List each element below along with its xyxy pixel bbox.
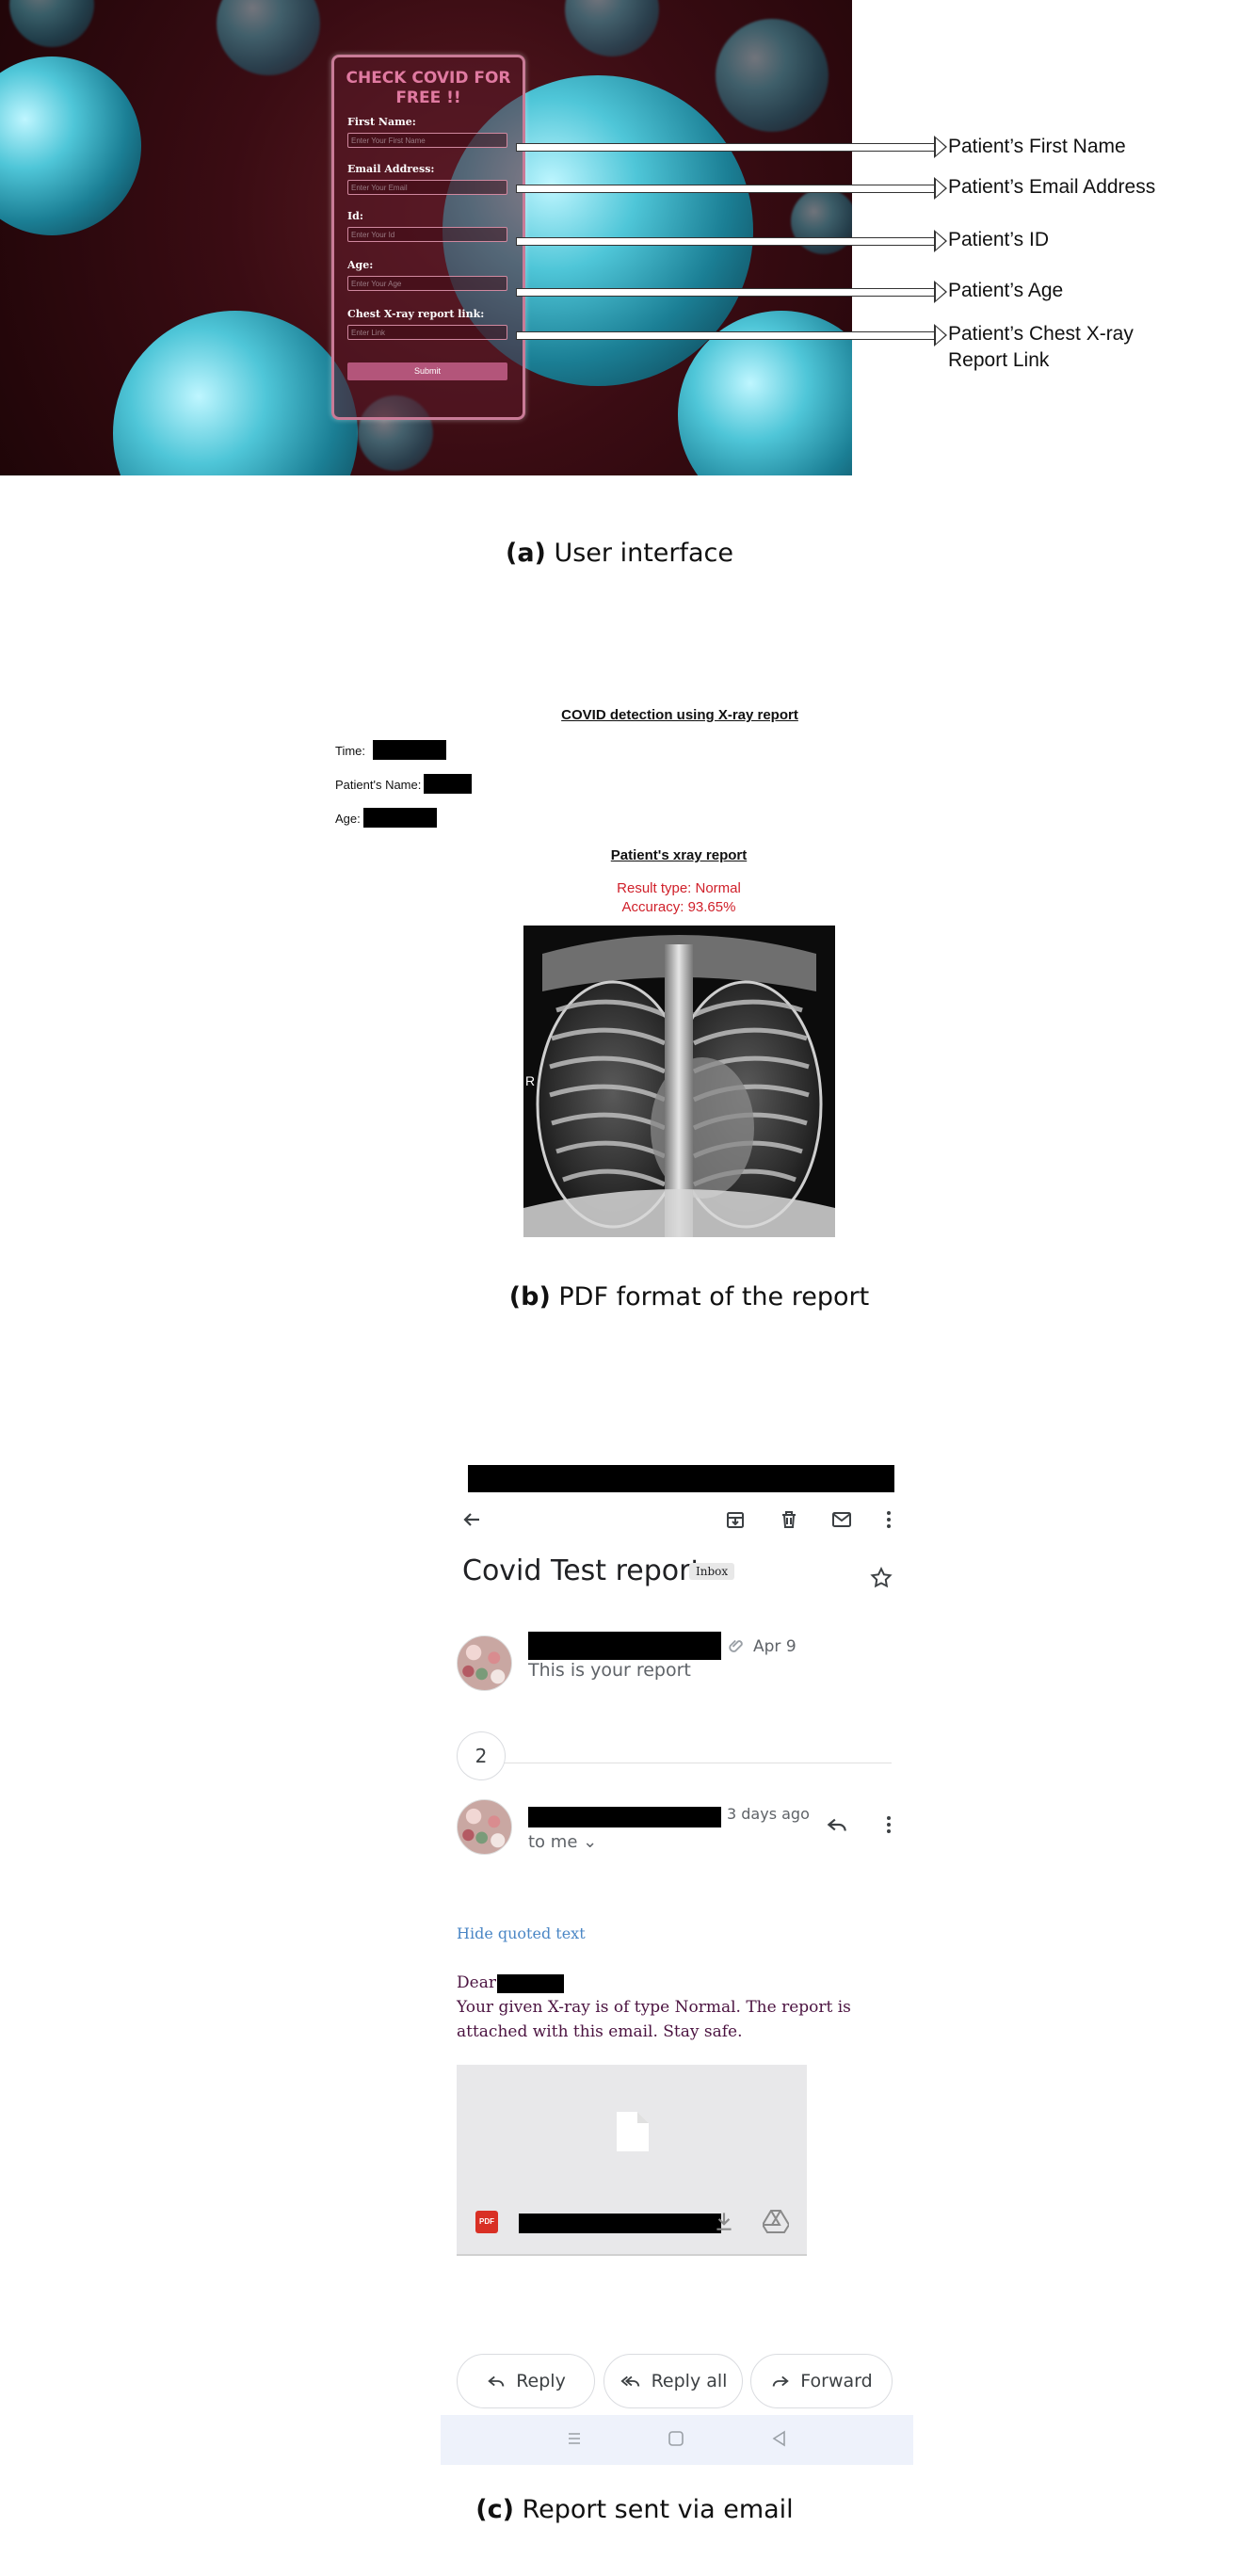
virus-illustration [565,0,659,56]
mail-icon[interactable] [829,1506,855,1533]
reply-all-icon [620,2375,639,2387]
redaction [424,774,472,794]
email-label: Email Address: [347,163,435,175]
forward-button[interactable]: Forward [750,2354,893,2408]
star-icon[interactable] [868,1565,894,1591]
attachment-card[interactable]: PDF [457,2065,807,2256]
attachment-icon [725,1633,749,1659]
caption-c: (c) Report sent via email [475,2495,794,2524]
form-title: CHECK COVID FOR FREE !! [346,69,511,107]
accuracy: Accuracy: 93.65% [621,899,736,915]
redaction [528,1632,721,1660]
submit-button[interactable]: Submit [347,362,507,380]
redaction [363,808,437,828]
recipient-toggle[interactable]: to me ⌄ [528,1832,597,1852]
time-row: Time: [335,744,365,758]
download-icon[interactable] [712,2209,736,2238]
drive-save-icon[interactable] [761,2209,791,2238]
callout-email: Patient’s Email Address [948,176,1156,198]
inbox-label[interactable]: Inbox [689,1563,735,1580]
chest-xray-image: R [523,926,835,1237]
email-body: Your given X-ray is of type Normal. The … [457,1998,851,2041]
redaction [373,740,446,760]
age-label: Age: [335,812,361,826]
message-date: Apr 9 [753,1637,796,1656]
message-snippet[interactable]: This is your report [528,1660,691,1681]
virus-illustration [0,56,141,235]
redaction [497,1974,564,1993]
pdf-file-icon: PDF [475,2211,498,2233]
greeting: Dear [457,1973,496,1992]
back-nav-icon[interactable] [770,2429,789,2453]
hide-quoted-link[interactable]: Hide quoted text [457,1924,586,1942]
message-date: 3 days ago [727,1805,810,1823]
arrowhead-icon [934,136,947,158]
arrowhead-icon [934,177,947,200]
reply-all-button[interactable]: Reply all [603,2354,743,2408]
home-icon[interactable] [667,2429,685,2453]
callout-xray-link: Patient’s Chest X-ray Report Link [948,323,1134,371]
age-row: Age: [335,812,361,826]
redaction [528,1807,721,1827]
forward-icon [773,2375,790,2387]
id-label: Id: [347,210,363,222]
email-input[interactable]: Enter Your Email [347,180,507,195]
covid-check-form: CHECK COVID FOR FREE !! First Name: Ente… [331,55,525,420]
arrowhead-icon [934,281,947,303]
callout-arrow [516,143,934,152]
reply-icon[interactable] [824,1811,850,1838]
recents-icon[interactable] [564,2428,585,2454]
collapsed-messages-count[interactable]: 2 [457,1731,506,1780]
more-vert-icon[interactable] [876,1506,902,1533]
xray-report-title: Patient's xray report [610,847,748,863]
redaction [519,2214,721,2233]
archive-icon[interactable] [722,1506,748,1533]
first-name-label: First Name: [347,116,416,128]
redaction [468,1465,894,1492]
virus-illustration [9,0,94,47]
name-row: Patient's Name: [335,778,421,792]
caption-a: (a) User interface [505,539,734,568]
caption-b: (b) PDF format of the report [508,1282,870,1312]
callout-id: Patient’s ID [948,229,1049,250]
arrowhead-icon [934,230,947,252]
more-vert-icon[interactable] [876,1811,902,1838]
back-arrow-icon[interactable] [459,1506,485,1533]
virus-illustration [716,19,829,132]
xray-illustration: R [523,926,835,1237]
report-title: COVID detection using X-ray report [561,707,798,723]
callout-first-name: Patient’s First Name [948,136,1126,157]
virus-illustration [217,0,320,75]
callout-arrow [516,288,934,297]
age-input[interactable]: Enter Your Age [347,276,507,291]
trash-icon[interactable] [776,1506,802,1533]
time-label: Time: [335,744,366,758]
reply-button[interactable]: Reply [457,2354,595,2408]
virus-illustration [113,311,358,475]
file-icon [617,2112,649,2156]
reply-icon [488,2375,505,2387]
callout-arrow [516,237,934,246]
xray-side-marker: R [525,1073,535,1088]
patient-name-label: Patient's Name: [335,778,422,792]
callout-arrow [516,185,934,193]
avatar[interactable] [457,1799,512,1855]
age-label: Age: [347,259,374,271]
chevron-down-icon: ⌄ [583,1832,598,1852]
result-type: Result type: Normal [617,880,741,896]
arrowhead-icon [934,324,947,346]
id-input[interactable]: Enter Your Id [347,227,507,242]
callout-age: Patient’s Age [948,280,1064,301]
xray-link-label: Chest X-ray report link: [347,308,485,320]
xray-link-input[interactable]: Enter Link [347,325,507,340]
android-nav-bar [441,2415,913,2465]
avatar[interactable] [457,1635,512,1691]
callout-arrow [516,331,934,340]
first-name-input[interactable]: Enter Your First Name [347,133,507,148]
email-subject: Covid Test report [462,1554,702,1587]
